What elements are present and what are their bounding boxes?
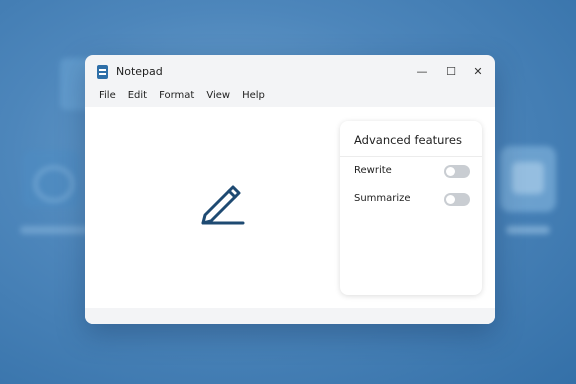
summarize-toggle[interactable] <box>444 193 470 206</box>
background-label <box>20 226 90 234</box>
menu-bar: File Edit Format View Help <box>93 88 271 106</box>
rewrite-toggle[interactable] <box>444 165 470 178</box>
pencil-icon <box>201 185 245 225</box>
panel-divider <box>340 156 482 157</box>
toggle-knob <box>446 195 455 204</box>
maximize-button[interactable]: ☐ <box>444 65 458 79</box>
option-summarize: Summarize <box>354 192 470 208</box>
toggle-knob <box>446 167 455 176</box>
title-bar[interactable]: Notepad — ☐ ✕ <box>85 55 495 89</box>
advanced-features-panel: Advanced features Rewrite Summarize <box>340 121 482 295</box>
close-button[interactable]: ✕ <box>471 65 485 79</box>
text-editor-area[interactable]: Advanced features Rewrite Summarize <box>85 107 495 308</box>
background-icon-shape-right <box>512 162 544 194</box>
menu-view[interactable]: View <box>200 88 236 106</box>
background-icon-shape <box>34 166 74 202</box>
option-rewrite: Rewrite <box>354 164 470 180</box>
status-bar <box>85 308 495 324</box>
option-label: Summarize <box>354 193 411 204</box>
panel-title: Advanced features <box>354 133 462 147</box>
menu-file[interactable]: File <box>93 88 122 106</box>
window-title: Notepad <box>116 65 163 78</box>
menu-help[interactable]: Help <box>236 88 271 106</box>
background-label-right <box>506 226 550 234</box>
notepad-icon <box>97 65 108 79</box>
menu-edit[interactable]: Edit <box>122 88 153 106</box>
option-label: Rewrite <box>354 165 392 176</box>
minimize-button[interactable]: — <box>415 65 429 79</box>
menu-format[interactable]: Format <box>153 88 200 106</box>
notepad-window: Notepad — ☐ ✕ File Edit Format View Help… <box>85 55 495 324</box>
